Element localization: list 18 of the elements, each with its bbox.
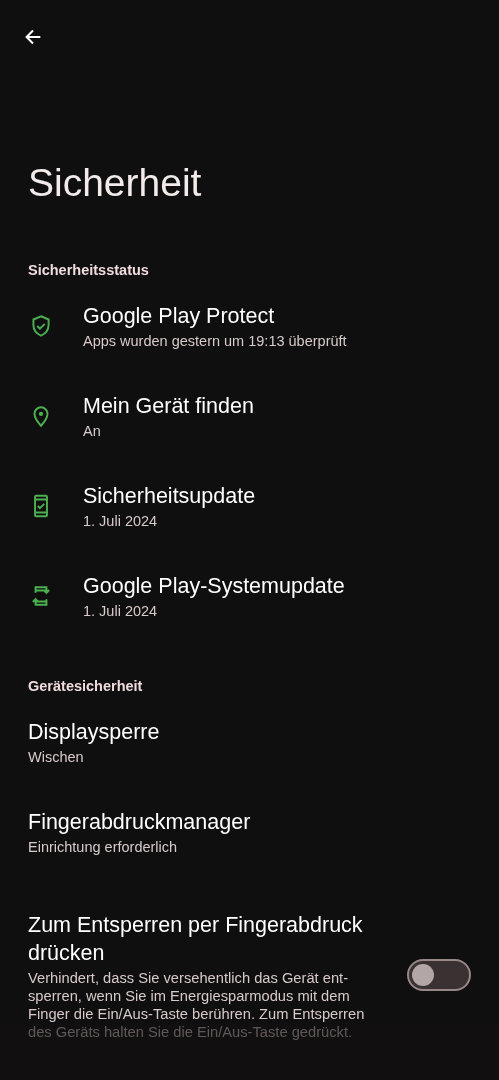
section-header: Gerätesicherheit — [27, 677, 144, 695]
setting-summary: Einrichtung erforderlich — [28, 838, 179, 856]
setting-title[interactable]: Fingerabdruckmanager — [28, 808, 471, 836]
setting-summary: 1. Juli 2024 — [83, 512, 159, 530]
section-header: Sicherheitsstatus — [27, 261, 150, 279]
setting-description: Verhindert, dass Sie versehentlich das Gerät ent-sperren, wenn Sie im Energiesparmodus mit dem Finger die Ein/Aus-Taste berühren. Zum Entsperren des Geräts halten Sie die Ein/Aus-Taste gedrückt. — [28, 969, 366, 1041]
setting-summary: 1. Juli 2024 — [83, 602, 159, 620]
setting-title[interactable]: Displaysperre — [28, 718, 471, 746]
setting-summary: Wischen — [28, 748, 85, 766]
page-title: Sicherheit — [28, 160, 203, 206]
toggle-switch[interactable] — [407, 959, 471, 991]
setting-title[interactable]: Google Play-Systemupdate — [83, 572, 471, 600]
setting-summary: An — [83, 422, 102, 440]
setting-title[interactable]: Google Play Protect — [83, 302, 471, 330]
setting-summary: Apps wurden gestern um 19:13 überprüft — [83, 332, 348, 350]
setting-title[interactable]: Sicherheitsupdate — [83, 482, 471, 510]
setting-title[interactable]: Zum Entsperren per Fingerabdruck drücken — [28, 911, 377, 967]
setting-title[interactable]: Mein Gerät finden — [83, 392, 471, 420]
